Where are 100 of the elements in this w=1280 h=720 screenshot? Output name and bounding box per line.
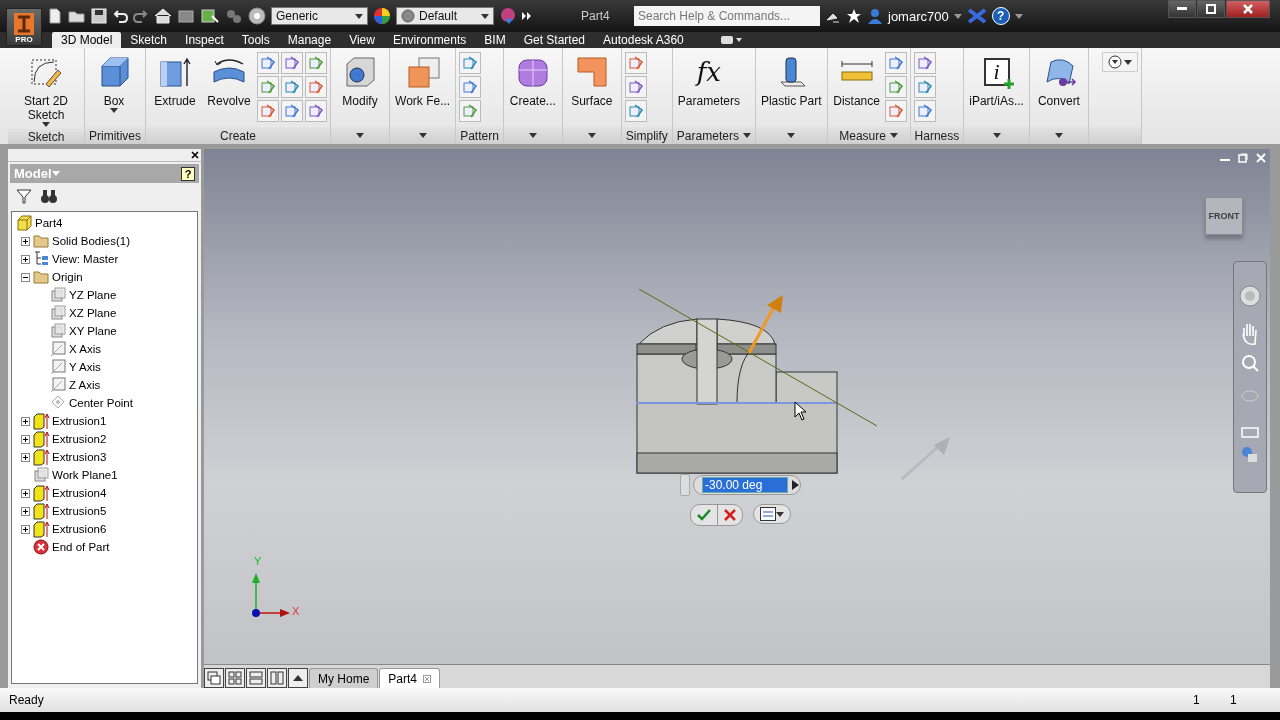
close-icon[interactable]	[423, 674, 432, 683]
document-tab[interactable]: My Home	[309, 668, 379, 688]
tree-item[interactable]: Extrusion3	[52, 451, 107, 463]
command-button[interactable]	[624, 100, 647, 122]
tab-list-button[interactable]	[288, 668, 308, 688]
ribbon-tab[interactable]: View	[340, 32, 384, 48]
minimize-button[interactable]	[1168, 0, 1196, 18]
caret-icon[interactable]	[356, 133, 364, 138]
tree-item[interactable]: Extrusion5	[52, 505, 107, 517]
ribbon-button[interactable]: Convert	[1032, 52, 1085, 110]
tree-item[interactable]: X Axis	[69, 343, 101, 355]
tab-options-icon[interactable]	[720, 36, 743, 44]
tile-vertical-button[interactable]	[267, 668, 287, 688]
material-ball-icon[interactable]	[248, 7, 266, 25]
restore-icon[interactable]	[1238, 153, 1248, 163]
command-button[interactable]	[281, 76, 303, 98]
command-button[interactable]	[305, 76, 327, 98]
caret-icon[interactable]	[481, 13, 489, 19]
ribbon-button[interactable]: Distance	[830, 52, 883, 110]
options-button[interactable]	[753, 504, 791, 524]
ribbon-tab[interactable]: Inspect	[176, 32, 233, 48]
expand-toggle[interactable]	[20, 416, 30, 426]
redo-icon[interactable]	[133, 8, 149, 24]
caret-icon[interactable]	[418, 133, 427, 138]
ribbon-button[interactable]: Modify	[334, 52, 386, 110]
caret-icon[interactable]	[110, 108, 118, 113]
save-icon[interactable]	[91, 8, 107, 24]
tree-item[interactable]: Solid Bodies(1)	[52, 235, 130, 247]
ribbon-tab[interactable]: Autodesk A360	[594, 32, 693, 48]
tree-item[interactable]: Origin	[52, 271, 83, 283]
ribbon-tab[interactable]: Manage	[278, 32, 341, 48]
cascade-button[interactable]	[204, 668, 224, 688]
home-icon[interactable]	[154, 8, 172, 24]
angle-input[interactable]: -30.00 deg	[693, 475, 801, 495]
user-icon[interactable]	[867, 8, 883, 24]
material-dropdown[interactable]: Generic	[271, 7, 368, 25]
filter-icon[interactable]	[16, 188, 32, 204]
ribbon-button[interactable]: Create...	[506, 52, 559, 110]
drag-handle[interactable]	[680, 474, 690, 496]
caret-icon[interactable]	[776, 511, 784, 517]
spheres-icon[interactable]	[225, 8, 243, 24]
command-button[interactable]	[459, 100, 482, 122]
ribbon-button[interactable]: fx Parameters	[675, 52, 742, 110]
tree-item[interactable]: End of Part	[52, 541, 110, 553]
panel-close-icon[interactable]	[191, 151, 199, 159]
ribbon-tab[interactable]: BIM	[475, 32, 515, 48]
tree-item[interactable]: YZ Plane	[69, 289, 117, 301]
tree-item[interactable]: View: Master	[52, 253, 119, 265]
exchange-icon[interactable]	[966, 8, 987, 24]
command-button[interactable]	[884, 100, 907, 122]
tree-item[interactable]: XY Plane	[69, 325, 117, 337]
caret-icon[interactable]	[42, 122, 50, 127]
command-button[interactable]	[884, 76, 907, 98]
command-button[interactable]	[257, 52, 279, 74]
caret-icon[interactable]	[742, 133, 751, 138]
caret-icon[interactable]	[587, 133, 596, 138]
command-button[interactable]	[913, 100, 936, 122]
ribbon-button[interactable]: Start 2D Sketch	[11, 52, 81, 129]
command-button[interactable]	[281, 100, 303, 122]
user-name[interactable]: jomarc700	[888, 8, 949, 24]
expand-toggle[interactable]	[20, 524, 30, 534]
view-cube[interactable]: FRONT	[1205, 197, 1243, 235]
close-button[interactable]	[1226, 0, 1270, 18]
command-button[interactable]	[624, 76, 647, 98]
command-button[interactable]	[257, 100, 279, 122]
caret-icon[interactable]	[1014, 13, 1023, 19]
document-tab[interactable]: Part4	[379, 668, 441, 688]
appearance-dropdown[interactable]: Default	[396, 7, 494, 25]
open-folder-icon[interactable]	[68, 8, 86, 24]
help-button[interactable]: ?	[181, 166, 195, 181]
caret-icon[interactable]	[953, 13, 962, 19]
caret-icon[interactable]	[528, 133, 537, 138]
caret-icon[interactable]	[355, 13, 363, 19]
tree-item[interactable]: Extrusion1	[52, 415, 107, 427]
command-button[interactable]	[305, 100, 327, 122]
ribbon-tab[interactable]: Get Started	[514, 32, 595, 48]
command-button[interactable]	[459, 52, 482, 74]
application-menu-button[interactable]: PRO	[6, 8, 42, 46]
search-field[interactable]: Search Help & Commands...	[634, 6, 820, 26]
ribbon-tab[interactable]: 3D Model	[52, 32, 122, 48]
expand-toggle[interactable]	[20, 506, 30, 516]
color-wheel-icon[interactable]	[373, 7, 391, 25]
caret-icon[interactable]	[787, 133, 796, 138]
expand-toggle[interactable]	[20, 452, 30, 462]
undo-icon[interactable]	[112, 8, 128, 24]
command-button[interactable]	[913, 52, 936, 74]
tree-item[interactable]: Extrusion4	[52, 487, 107, 499]
command-button[interactable]	[305, 52, 327, 74]
ribbon-button[interactable]: Plastic Part	[758, 52, 824, 110]
overflow-icon[interactable]	[522, 11, 532, 21]
expand-toggle[interactable]	[20, 488, 30, 498]
command-button[interactable]	[624, 52, 647, 74]
command-button[interactable]	[913, 76, 936, 98]
help-button[interactable]: ?	[991, 7, 1010, 25]
expand-toggle[interactable]	[20, 272, 30, 282]
direction-arrow[interactable]	[747, 293, 785, 355]
ribbon-button[interactable]: Revolve	[203, 52, 255, 110]
ribbon-button[interactable]: Surface	[565, 52, 618, 110]
command-button[interactable]	[884, 52, 907, 74]
tree-item[interactable]: XZ Plane	[69, 307, 117, 319]
